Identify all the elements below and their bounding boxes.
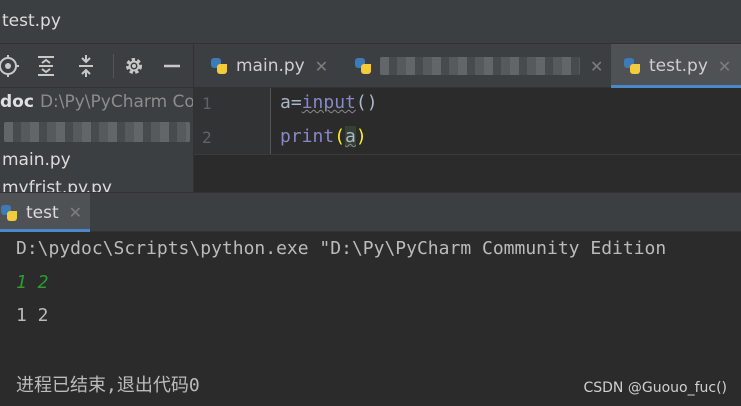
tree-file-item[interactable]: myfrist.py.py [2, 178, 112, 192]
tab-test-py[interactable]: test.py ✕ [611, 44, 741, 88]
tree-file-item[interactable]: main.py [2, 150, 71, 170]
console-input-line: 1 2 [16, 272, 49, 293]
code-editor[interactable]: 1 2 a=input() print(a) [194, 88, 741, 192]
run-console[interactable]: D:\pydoc\Scripts\python.exe "D:\Py\PyCha… [0, 232, 741, 406]
blurred-tab-label [380, 57, 580, 75]
locate-icon[interactable] [0, 54, 20, 78]
python-file-icon [354, 57, 372, 75]
code-token: ( [334, 126, 346, 147]
project-toolbar [0, 44, 194, 88]
code-token: ) [355, 126, 367, 147]
run-panel-header: test ✕ [0, 192, 741, 232]
line-number: 2 [202, 128, 212, 147]
code-line[interactable]: a=input() [280, 92, 378, 113]
code-token: a [345, 126, 356, 147]
collapse-all-icon[interactable] [74, 54, 98, 78]
editor-tab-bar: main.py ✕ ✕ test.py ✕ [194, 44, 741, 88]
project-root-path: D:\Py\PyCharm Co [39, 92, 194, 112]
tab-blurred[interactable]: ✕ [354, 44, 604, 88]
console-output-line: 1 2 [16, 305, 49, 326]
editor-divider [194, 154, 741, 155]
line-number: 1 [202, 94, 212, 113]
tab-label: test.py [649, 56, 708, 76]
console-status-line: 进程已结束,退出代码0 [16, 375, 200, 396]
project-root-name: doc [0, 92, 34, 112]
console-command-line: D:\pydoc\Scripts\python.exe "D:\Py\PyCha… [16, 238, 667, 259]
close-icon[interactable]: ✕ [590, 57, 603, 76]
tab-main-py[interactable]: main.py ✕ [210, 44, 350, 88]
title-bar: test.py [0, 0, 741, 44]
blurred-tree-item [4, 122, 190, 142]
project-root[interactable]: doc D:\Py\PyCharm Co [0, 92, 194, 112]
project-tree: doc D:\Py\PyCharm Co main.py myfrist.py.p… [0, 88, 194, 192]
close-icon[interactable]: ✕ [69, 203, 82, 222]
toolbar-divider [113, 54, 114, 78]
python-file-icon [623, 57, 641, 75]
python-file-icon [0, 204, 18, 222]
expand-all-icon[interactable] [34, 54, 58, 78]
code-token: () [355, 92, 378, 113]
close-icon[interactable]: ✕ [315, 57, 328, 76]
minimize-icon[interactable] [160, 54, 184, 78]
code-function: print [280, 126, 335, 147]
window-title: test.py [2, 11, 61, 31]
gear-icon[interactable] [122, 54, 146, 78]
code-line[interactable]: print(a) [280, 126, 367, 147]
run-tab-label: test [26, 202, 59, 223]
watermark: CSDN @Guouo_fuc() [583, 380, 727, 396]
close-icon[interactable]: ✕ [718, 57, 731, 76]
line-gutter: 1 2 [194, 88, 271, 154]
python-file-icon [210, 57, 228, 75]
code-function: input [301, 92, 356, 113]
code-token: a= [280, 92, 302, 113]
tab-label: main.py [236, 56, 305, 76]
run-tab-test[interactable]: test ✕ [0, 193, 90, 232]
